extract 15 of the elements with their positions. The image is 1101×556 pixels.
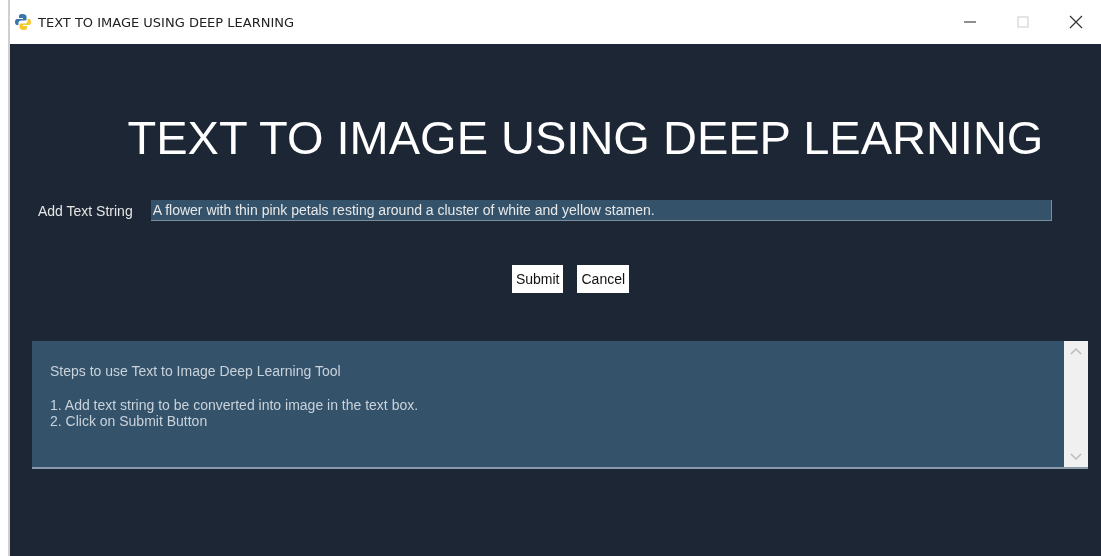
scrollbar[interactable]	[1064, 341, 1088, 467]
submit-button[interactable]: Submit	[511, 265, 564, 293]
instructions-title: Steps to use Text to Image Deep Learning Tool	[50, 363, 342, 379]
text-string-label: Add Text String	[38, 202, 133, 219]
python-logo-icon	[14, 13, 32, 31]
window-title: TEXT TO IMAGE USING DEEP LEARNING	[38, 14, 295, 30]
scroll-up-icon[interactable]	[1070, 347, 1082, 355]
app-heading: TEXT TO IMAGE USING DEEP LEARNING	[126, 110, 1045, 166]
instruction-step: 2. Click on Submit Button	[50, 413, 1046, 429]
close-icon[interactable]	[1069, 15, 1083, 29]
cancel-button[interactable]: Cancel	[577, 265, 630, 293]
maximize-icon[interactable]	[1017, 16, 1029, 28]
instruction-step: 1. Add text string to be converted into image in the text box.	[50, 397, 1046, 413]
text-string-field[interactable]: A flower with thin pink petals resting around a cluster of white and yellow stamen.	[150, 200, 1052, 221]
scroll-down-icon[interactable]	[1070, 453, 1082, 461]
